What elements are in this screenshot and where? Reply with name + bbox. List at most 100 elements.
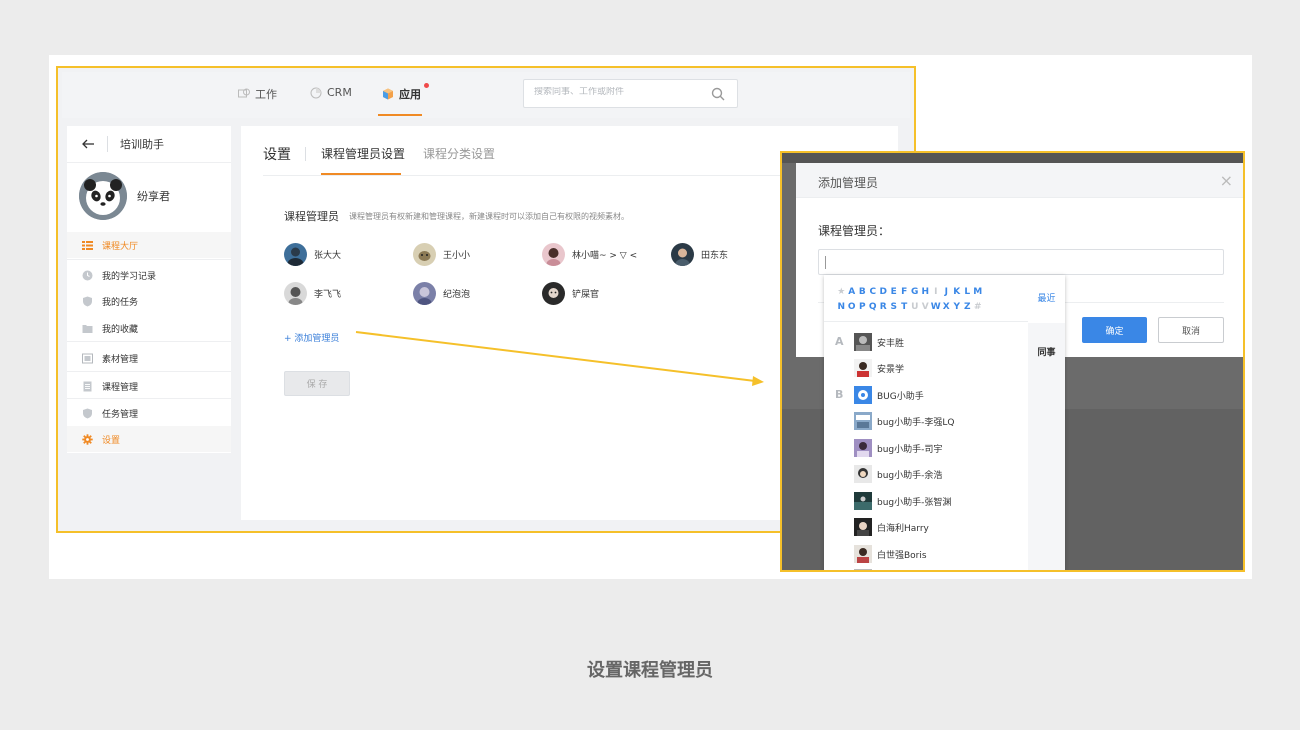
index-letter[interactable]: D [878,287,889,297]
index-letter[interactable]: J [941,287,952,297]
sidebar-item-material-mgmt[interactable]: 素材管理 [67,345,231,371]
top-navigation: 工作 CRM 应用 [62,72,910,118]
index-letter[interactable]: R [878,302,889,312]
index-letter[interactable]: L [962,287,973,297]
media-icon [82,353,93,363]
index-letter[interactable]: ★ [836,287,847,297]
slide-caption: 设置课程管理员 [587,660,713,681]
member-avatar [542,282,565,305]
sidebar-separator [67,341,231,342]
search-icon[interactable] [711,87,725,101]
notification-dot [424,83,429,88]
list-item[interactable]: 白海利Harry [854,518,929,536]
sidebar-item-settings[interactable]: 设置 [67,426,231,452]
cancel-button[interactable]: 取消 [1158,317,1224,343]
list-item[interactable]: 安景学 [854,359,904,377]
admin-member[interactable]: 纪泡泡 [413,282,470,305]
index-letter[interactable]: I [931,287,942,297]
admin-member[interactable]: 铲屎官 [542,282,599,305]
list-item[interactable]: bug小助手-余浩 [854,465,942,483]
dialog-header: 添加管理员 × [796,163,1243,198]
index-letter[interactable]: U [910,302,921,312]
admin-member[interactable]: 王小小 [413,243,470,266]
close-icon[interactable]: × [1220,171,1233,190]
crm-icon [310,87,322,98]
index-letter[interactable]: Y [952,302,963,312]
tab-apps[interactable]: 应用 [382,86,421,102]
text-caret [825,256,826,269]
index-letter[interactable]: T [899,302,910,312]
sidebar-item-my-tasks[interactable]: 我的任务 [67,288,231,314]
index-letter[interactable]: F [899,287,910,297]
admin-picker-input[interactable] [818,249,1224,275]
back-arrow-icon[interactable] [81,137,95,151]
index-letter[interactable]: C [868,287,879,297]
save-button[interactable]: 保 存 [284,371,350,396]
index-letter[interactable]: K [952,287,963,297]
tab-recent[interactable]: 最近 [1028,275,1065,323]
person-avatar [854,359,872,377]
index-letter[interactable]: G [910,287,921,297]
index-letter[interactable]: E [889,287,900,297]
person-avatar [854,439,872,457]
sidebar-item-course-hall[interactable]: 课程大厅 [67,232,231,258]
index-letter[interactable]: H [920,287,931,297]
index-letter[interactable]: X [941,302,952,312]
tab-course-admin-settings[interactable]: 课程管理员设置 [321,145,405,162]
index-letter[interactable]: O [847,302,858,312]
index-letter[interactable]: # [973,302,984,312]
tab-work[interactable]: 工作 [238,86,277,102]
sidebar-separator [67,398,231,399]
list-item[interactable]: bug小助手-司宇 [854,439,942,457]
sidebar-item-learning-record[interactable]: 我的学习记录 [67,262,231,288]
dim-overlay [782,153,1243,163]
tab-crm[interactable]: CRM [310,86,352,99]
shield-icon [83,408,92,418]
index-letter[interactable]: Z [962,302,973,312]
list-item[interactable]: BUG小助手 [854,386,924,404]
person-avatar [854,412,872,430]
admin-member[interactable]: 田东东 [671,243,728,266]
add-admin-link[interactable]: + 添加管理员 [284,331,339,344]
page-title: 设置 [263,147,291,163]
index-letter[interactable]: B [857,287,868,297]
list-item[interactable]: bug小助手-李强LQ [854,412,954,430]
panda-avatar[interactable] [79,172,127,220]
dialog-title: 添加管理员 [818,176,879,190]
doc-icon [83,381,92,391]
tab-colleagues[interactable]: 同事 [1028,333,1065,373]
person-avatar [854,465,872,483]
person-avatar [854,518,872,536]
sidebar-separator [67,371,231,372]
list-item[interactable]: bug小助手-张智渊 [854,492,951,510]
sidebar-item-favorites[interactable]: 我的收藏 [67,315,231,341]
admin-member[interactable]: 张大大 [284,243,341,266]
global-search[interactable] [523,79,738,108]
index-letter[interactable]: S [889,302,900,312]
list-item[interactable]: 白世强Boris [854,545,927,563]
index-letter[interactable]: M [973,287,984,297]
index-letter[interactable]: W [931,302,942,312]
admin-member[interactable]: 李飞飞 [284,282,341,305]
modal-zoom-frame: 添加管理员 × 课程管理员： 确定 取消 ★ A B C D E F G H I… [780,151,1245,572]
sidebar-item-task-mgmt[interactable]: 任务管理 [67,400,231,426]
user-profile: 纷享君 [79,172,170,220]
sidebar-item-course-mgmt[interactable]: 课程管理 [67,373,231,399]
index-letter[interactable]: P [857,302,868,312]
member-avatar [542,243,565,266]
index-letter[interactable]: N [836,302,847,312]
title-divider [305,147,306,161]
group-letter: B [835,388,844,401]
confirm-button[interactable]: 确定 [1082,317,1147,343]
search-input[interactable] [534,87,704,97]
person-avatar [854,333,872,351]
list-item[interactable]: 安丰胜 [854,333,904,351]
work-icon [238,88,250,98]
member-avatar [671,243,694,266]
tab-course-category-settings[interactable]: 课程分类设置 [423,145,495,162]
admin-member[interactable]: 林小喵~ > ▽ < [542,243,637,266]
index-letter[interactable]: V [920,302,931,312]
index-letter[interactable]: A [847,287,858,297]
index-letter[interactable]: Q [868,302,879,312]
list-icon [82,240,93,250]
